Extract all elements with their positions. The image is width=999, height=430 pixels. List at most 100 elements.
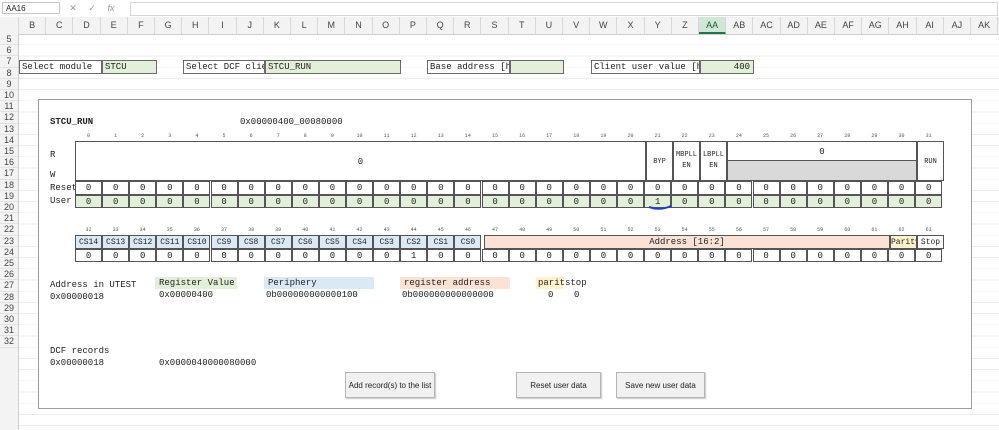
user-bit-cell[interactable]: 0 <box>156 195 184 208</box>
lower-bit-cell[interactable]: 0 <box>102 249 130 262</box>
row-header-30[interactable]: 30 <box>0 314 18 326</box>
column-header-ab[interactable]: AB <box>726 17 754 34</box>
lower-bit-cell[interactable]: 0 <box>291 249 319 262</box>
user-bit-cell[interactable]: 0 <box>888 195 916 208</box>
lower-bit-cell[interactable]: 0 <box>806 249 834 262</box>
lower-bit-cell[interactable]: 0 <box>888 249 916 262</box>
lower-bit-cell[interactable]: 0 <box>671 249 699 262</box>
row-header-18[interactable]: 18 <box>0 180 18 191</box>
row-header-8[interactable]: 8 <box>0 68 18 79</box>
fx-icon[interactable]: fx <box>105 2 117 14</box>
column-header-ae[interactable]: AE <box>808 17 835 34</box>
lower-bit-cell[interactable]: 0 <box>346 249 374 262</box>
user-bit-cell[interactable]: 0 <box>752 195 780 208</box>
row-header-12[interactable]: 12 <box>0 112 18 124</box>
row-header-10[interactable]: 10 <box>0 90 18 102</box>
user-bit-cell[interactable]: 0 <box>860 195 888 208</box>
user-bit-cell[interactable]: 0 <box>698 195 726 208</box>
column-header-c[interactable]: C <box>46 17 74 34</box>
column-header-ac[interactable]: AC <box>753 17 781 34</box>
user-bit-cell[interactable]: 0 <box>183 195 211 208</box>
column-header-z[interactable]: Z <box>672 17 699 34</box>
column-header-h[interactable]: H <box>182 17 210 34</box>
column-header-ad[interactable]: AD <box>781 17 808 34</box>
column-header-n[interactable]: N <box>345 17 373 34</box>
lower-bit-cell[interactable]: 0 <box>725 249 753 262</box>
user-bit-cell[interactable]: 0 <box>779 195 807 208</box>
user-bit-cell[interactable]: 0 <box>481 195 509 208</box>
lower-bit-cell[interactable]: 0 <box>698 249 726 262</box>
row-header-19[interactable]: 19 <box>0 191 18 202</box>
column-header-u[interactable]: U <box>536 17 563 34</box>
row-header-26[interactable]: 26 <box>0 269 18 281</box>
column-header-k[interactable]: K <box>264 17 291 34</box>
lower-bit-cell[interactable]: 0 <box>535 249 563 262</box>
user-bit-cell[interactable]: 0 <box>291 195 319 208</box>
lower-bit-cell[interactable]: 0 <box>264 249 292 262</box>
lower-bit-cell[interactable]: 0 <box>318 249 346 262</box>
user-bit-cell[interactable]: 0 <box>264 195 292 208</box>
row-header-22[interactable]: 22 <box>0 224 18 236</box>
column-header-t[interactable]: T <box>509 17 536 34</box>
lower-bit-cell[interactable]: 0 <box>183 249 211 262</box>
column-header-ai[interactable]: AI <box>917 17 944 34</box>
user-bit-cell[interactable]: 0 <box>400 195 428 208</box>
column-header-l[interactable]: L <box>291 17 319 34</box>
lower-bit-cell[interactable]: 0 <box>562 249 590 262</box>
column-header-p[interactable]: P <box>400 17 427 34</box>
lower-bit-cell[interactable]: 0 <box>156 249 184 262</box>
select-module-field[interactable]: STCU <box>102 60 157 74</box>
add-records-button[interactable]: Add record(s) to the list <box>345 372 435 398</box>
lower-bit-cell[interactable]: 1 <box>400 249 428 262</box>
user-bit-cell[interactable]: 0 <box>318 195 346 208</box>
user-bit-cell[interactable]: 0 <box>129 195 157 208</box>
row-header-17[interactable]: 17 <box>0 168 18 180</box>
user-bit-cell[interactable]: 0 <box>210 195 238 208</box>
lower-bit-cell[interactable]: 0 <box>833 249 861 262</box>
column-header-g[interactable]: G <box>155 17 183 34</box>
lower-bit-cell[interactable]: 0 <box>752 249 780 262</box>
column-header-y[interactable]: Y <box>645 17 672 34</box>
row-header-16[interactable]: 16 <box>0 157 18 169</box>
name-box[interactable]: AA16 <box>2 2 60 14</box>
user-bit-cell[interactable]: 0 <box>535 195 563 208</box>
column-header-ah[interactable]: AH <box>889 17 917 34</box>
user-bit-cell[interactable]: 0 <box>427 195 455 208</box>
lower-bit-cell[interactable]: 0 <box>210 249 238 262</box>
user-bit-cell[interactable]: 0 <box>915 195 943 208</box>
column-header-v[interactable]: V <box>563 17 591 34</box>
user-bit-cell[interactable]: 0 <box>102 195 130 208</box>
enter-icon[interactable]: ✓ <box>86 2 98 14</box>
column-header-b[interactable]: B <box>19 17 47 34</box>
row-header-20[interactable]: 20 <box>0 202 18 214</box>
lower-bit-cell[interactable]: 0 <box>129 249 157 262</box>
column-header-ag[interactable]: AG <box>862 17 890 34</box>
select-dcf-field[interactable]: STCU_RUN <box>265 60 401 74</box>
user-bit-cell[interactable]: 0 <box>725 195 753 208</box>
column-header-af[interactable]: AF <box>835 17 863 34</box>
user-bit-cell[interactable]: 0 <box>454 195 482 208</box>
row-header-9[interactable]: 9 <box>0 79 18 90</box>
column-header-x[interactable]: X <box>617 17 645 34</box>
user-bit-cell[interactable]: 0 <box>237 195 265 208</box>
lower-bit-cell[interactable]: 0 <box>644 249 672 262</box>
user-bit-cell[interactable]: 0 <box>508 195 536 208</box>
user-bit-cell[interactable]: 0 <box>833 195 861 208</box>
lower-bit-cell[interactable]: 0 <box>617 249 645 262</box>
reset-user-data-button[interactable]: Reset user data <box>516 372 601 398</box>
row-header-31[interactable]: 31 <box>0 325 18 337</box>
column-header-s[interactable]: S <box>481 17 509 34</box>
column-header-q[interactable]: Q <box>427 17 455 34</box>
user-bit-cell[interactable]: 0 <box>373 195 401 208</box>
client-user-field[interactable]: 400 <box>700 60 754 74</box>
row-header-6[interactable]: 6 <box>0 45 18 57</box>
lower-bit-cell[interactable]: 0 <box>454 249 482 262</box>
save-user-data-button[interactable]: Save new user data <box>616 372 705 398</box>
column-header-d[interactable]: D <box>73 17 101 34</box>
user-bit-cell[interactable]: 0 <box>346 195 374 208</box>
column-header-f[interactable]: F <box>128 17 155 34</box>
user-bit-cell[interactable]: 0 <box>806 195 834 208</box>
row-header-28[interactable]: 28 <box>0 292 18 303</box>
lower-bit-cell[interactable]: 0 <box>481 249 509 262</box>
row-header-27[interactable]: 27 <box>0 280 18 292</box>
